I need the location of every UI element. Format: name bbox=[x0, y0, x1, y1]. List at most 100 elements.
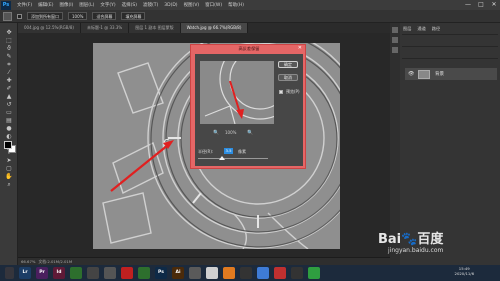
menu-image[interactable]: 图像(I) bbox=[59, 2, 73, 8]
qq-app-icon[interactable] bbox=[121, 267, 133, 279]
panel-divider bbox=[402, 46, 498, 47]
radius-slider-track[interactable] bbox=[198, 158, 268, 159]
maximize-button[interactable]: □ bbox=[475, 0, 487, 10]
healing-tool-icon[interactable]: ✚ bbox=[5, 77, 13, 85]
menu-help[interactable]: 帮助(H) bbox=[228, 2, 244, 8]
app-icon[interactable] bbox=[257, 267, 269, 279]
dialog-close-icon[interactable]: ✕ bbox=[298, 45, 302, 51]
filter-preview[interactable] bbox=[200, 61, 274, 124]
close-window-button[interactable]: ✕ bbox=[488, 0, 500, 10]
menu-view[interactable]: 视图(V) bbox=[184, 2, 200, 8]
tab-document-3[interactable]: 图层 1 副本 图层蒙版 bbox=[129, 23, 181, 33]
zoom-tool-side-icon[interactable]: ⌕ bbox=[5, 181, 13, 189]
menu-window[interactable]: 窗口(W) bbox=[205, 2, 222, 8]
fit-screen-button[interactable]: 适合屏幕 bbox=[92, 12, 117, 20]
zoom-in-icon[interactable]: 🔍 bbox=[247, 130, 253, 136]
hand-tool-icon[interactable]: ✋ bbox=[5, 173, 13, 181]
document-tabs: 004.jpg @ 12.5%(RGB/8) 未标题-1 @ 33.3% 图层 … bbox=[18, 23, 390, 33]
radius-slider-handle[interactable] bbox=[219, 156, 225, 160]
radius-unit: 像素 bbox=[238, 149, 246, 154]
marquee-tool-icon[interactable]: ⬚ bbox=[5, 37, 13, 45]
zoom-tool-icon[interactable] bbox=[3, 11, 12, 21]
eraser-tool-icon[interactable]: ▭ bbox=[5, 109, 13, 117]
menu-select[interactable]: 选择(S) bbox=[122, 2, 137, 8]
start-button[interactable] bbox=[5, 267, 14, 279]
photoshop-app[interactable]: Ps bbox=[155, 267, 167, 279]
crop-tool-icon[interactable]: ⌗ bbox=[5, 61, 13, 69]
preview-image bbox=[200, 61, 274, 124]
preview-checkbox[interactable] bbox=[279, 90, 283, 94]
media-app-icon[interactable] bbox=[87, 267, 99, 279]
baidu-watermark-url: jingyan.baidu.com bbox=[388, 247, 444, 254]
layers-panel-tabs: 图层 通道 路径 bbox=[403, 26, 446, 32]
tab-channels[interactable]: 通道 bbox=[417, 26, 425, 32]
minimize-button[interactable]: — bbox=[462, 0, 474, 10]
tab-layers[interactable]: 图层 bbox=[403, 26, 411, 32]
system-clock[interactable]: 15:49 2020/11/6 bbox=[455, 266, 474, 276]
tab-document-1[interactable]: 004.jpg @ 12.5%(RGB/8) bbox=[18, 23, 81, 33]
menu-file[interactable]: 文件(F) bbox=[17, 2, 32, 8]
lightroom-app[interactable]: Lr bbox=[19, 267, 31, 279]
dialog-title: 高反差保留 bbox=[238, 46, 260, 51]
status-zoom[interactable]: 66.67% bbox=[21, 259, 35, 264]
adjustments-panel-icon[interactable] bbox=[392, 47, 398, 53]
brush-tool-icon[interactable]: ✐ bbox=[5, 85, 13, 93]
all-windows-checkbox[interactable] bbox=[17, 13, 22, 19]
menu-type[interactable]: 文字(Y) bbox=[100, 2, 115, 8]
fill-screen-button[interactable]: 填充屏幕 bbox=[121, 12, 146, 20]
layer-thumbnail bbox=[418, 69, 430, 79]
clock-date: 2020/11/6 bbox=[454, 271, 474, 276]
eyedropper-tool-icon[interactable]: ⁄ bbox=[5, 69, 13, 77]
folder-app-icon[interactable] bbox=[104, 267, 116, 279]
chrome-app-icon[interactable] bbox=[206, 267, 218, 279]
app-icon[interactable] bbox=[189, 267, 201, 279]
panel-divider bbox=[402, 34, 498, 35]
dialog-body: 确定 取消 预览(P) 🔍 100% 🔍 半径(R): 3.5 像素 bbox=[195, 54, 303, 166]
foreground-color-swatch[interactable] bbox=[4, 141, 12, 149]
shape-tool-icon[interactable]: ▢ bbox=[5, 165, 13, 173]
history-brush-icon[interactable]: ↺ bbox=[5, 101, 13, 109]
blur-tool-icon[interactable]: ● bbox=[5, 125, 13, 133]
properties-panel-icon[interactable] bbox=[392, 37, 398, 43]
preview-checkbox-label: 预览(P) bbox=[286, 89, 300, 94]
ok-button[interactable]: 确定 bbox=[278, 61, 298, 68]
path-select-tool-icon[interactable]: ➤ bbox=[5, 157, 13, 165]
move-tool-icon[interactable]: ✥ bbox=[5, 29, 13, 37]
layer-visibility-eye-icon[interactable]: 👁 bbox=[408, 71, 414, 77]
indesign-app[interactable]: Id bbox=[53, 267, 65, 279]
status-doc-size: 文档:2.01M/2.01M bbox=[38, 258, 73, 264]
menu-filter[interactable]: 滤镜(T) bbox=[143, 2, 158, 8]
browser-app-icon[interactable] bbox=[223, 267, 235, 279]
chat-app-icon[interactable] bbox=[138, 267, 150, 279]
history-panel-icon[interactable] bbox=[392, 27, 398, 33]
app-icon[interactable] bbox=[291, 267, 303, 279]
radius-input[interactable]: 3.5 bbox=[224, 148, 233, 154]
illustrator-app[interactable]: Ai bbox=[172, 267, 184, 279]
app-icon[interactable] bbox=[240, 267, 252, 279]
preview-zoom-value: 100% bbox=[225, 130, 237, 135]
menu-edit[interactable]: 编辑(E) bbox=[38, 2, 53, 8]
wechat-app-icon[interactable] bbox=[70, 267, 82, 279]
cancel-button[interactable]: 取消 bbox=[278, 74, 298, 81]
dodge-tool-icon[interactable]: ◐ bbox=[5, 133, 13, 141]
menu-layer[interactable]: 图层(L) bbox=[79, 2, 94, 8]
stamp-tool-icon[interactable]: ▲ bbox=[5, 93, 13, 101]
tab-document-watch[interactable]: Watch.jpg @ 66.7%(RGB/8) bbox=[180, 23, 249, 33]
options-bar: 添加到所有窗口 100% 适合屏幕 填充屏幕 bbox=[0, 10, 500, 23]
layer-name[interactable]: 背景 bbox=[435, 71, 444, 77]
menu-3d[interactable]: 3D(D) bbox=[164, 3, 177, 8]
premiere-app[interactable]: Pr bbox=[36, 267, 48, 279]
tab-document-2[interactable]: 未标题-1 @ 33.3% bbox=[80, 23, 130, 33]
zoom-100-button[interactable]: 100% bbox=[68, 12, 88, 20]
app-icon[interactable] bbox=[308, 267, 320, 279]
lasso-tool-icon[interactable]: ϑ bbox=[5, 45, 13, 53]
tab-paths[interactable]: 路径 bbox=[432, 26, 440, 32]
quick-select-tool-icon[interactable]: ✎ bbox=[5, 53, 13, 61]
high-pass-dialog: 高反差保留 ✕ 确定 取消 预览(P) 🔍 100% 🔍 半径(R): 3.5 … bbox=[190, 44, 306, 169]
app-icon[interactable] bbox=[274, 267, 286, 279]
windows-taskbar: Lr Pr Id Ps Ai bbox=[0, 265, 500, 281]
all-windows-button[interactable]: 添加到所有窗口 bbox=[27, 12, 63, 20]
zoom-out-icon[interactable]: 🔍 bbox=[213, 130, 219, 136]
layer-row-background[interactable]: 👁 背景 bbox=[405, 68, 497, 80]
gradient-tool-icon[interactable]: ▤ bbox=[5, 117, 13, 125]
